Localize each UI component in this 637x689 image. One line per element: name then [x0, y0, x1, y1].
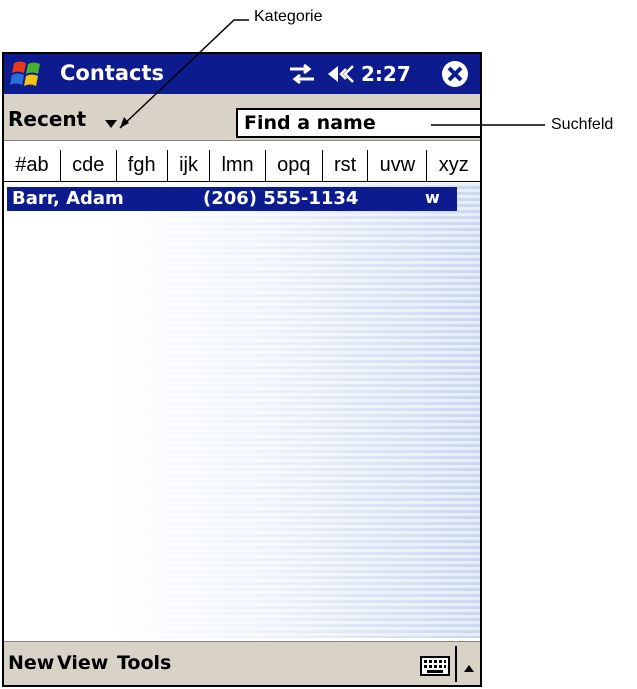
contact-list[interactable] [4, 183, 480, 638]
alpha-tab-ab[interactable]: #ab [4, 150, 61, 181]
alpha-tab-fgh[interactable]: fgh [117, 150, 168, 181]
menu-new[interactable]: New [8, 652, 54, 674]
start-flag-icon[interactable] [10, 59, 52, 89]
callout-kategorie: Kategorie [254, 8, 323, 25]
alpha-tab-xyz[interactable]: xyz [427, 150, 479, 181]
menu-tools[interactable]: Tools [117, 652, 171, 674]
device-screen: Contacts 2:27 Recent Find a name #ab cde… [2, 52, 482, 687]
search-input[interactable] [236, 108, 480, 138]
keyboard-icon[interactable] [420, 656, 450, 676]
contact-row[interactable]: Barr, Adam (206) 555-1134 w [7, 187, 457, 211]
volume-icon[interactable] [326, 62, 360, 86]
contact-type: w [425, 188, 440, 207]
contact-phone: (206) 555-1134 [203, 188, 359, 209]
alpha-tab-uvw[interactable]: uvw [368, 150, 428, 181]
menu-bar: New View Tools [4, 641, 480, 685]
menu-view[interactable]: View [57, 652, 108, 674]
sync-icon[interactable] [286, 62, 318, 86]
callout-suchfeld: Suchfeld [551, 116, 614, 133]
contact-name: Barr, Adam [12, 188, 124, 209]
chevron-down-icon[interactable] [103, 115, 119, 129]
close-icon[interactable] [441, 60, 469, 88]
category-picker[interactable]: Recent [8, 107, 86, 131]
alpha-tab-ijk[interactable]: ijk [168, 150, 211, 181]
alpha-tab-rst[interactable]: rst [323, 150, 369, 181]
arrow-up-icon[interactable] [463, 658, 475, 672]
alpha-tab-lmn[interactable]: lmn [210, 150, 266, 181]
clock[interactable]: 2:27 [361, 62, 411, 86]
app-title: Contacts [60, 61, 164, 85]
alphabet-tabs: #ab cde fgh ijk lmn opq rst uvw xyz [4, 150, 480, 182]
sip-divider [455, 646, 457, 682]
title-bar: Contacts 2:27 [4, 54, 480, 94]
alpha-tab-opq[interactable]: opq [266, 150, 323, 181]
alpha-tab-cde[interactable]: cde [61, 150, 117, 181]
